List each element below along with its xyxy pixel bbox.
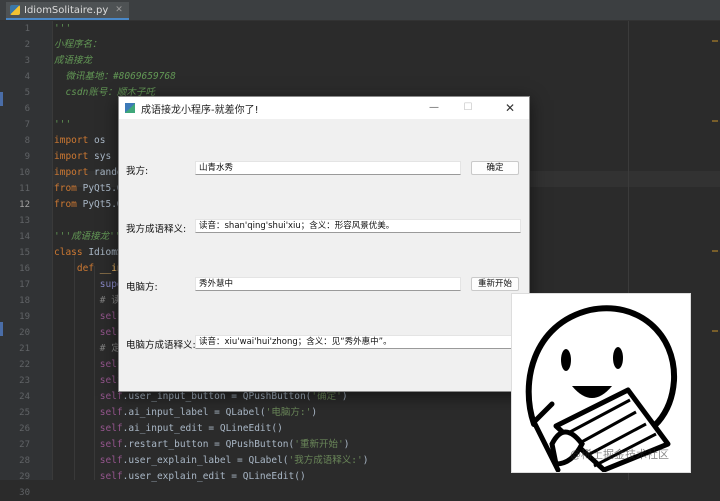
code-line: 微讯基地：#8069659768 [54, 71, 176, 82]
code-line: ''' [54, 119, 72, 130]
watermark: @稀土掘金技术社区 [570, 448, 669, 461]
code-line: self.ai_input_edit = QLineEdit() [54, 423, 283, 434]
line-number: 8 [24, 136, 30, 146]
user-label: 我方: [126, 166, 149, 177]
line-number: 13 [19, 216, 30, 226]
user-explain-label: 我方成语释义: [126, 224, 187, 235]
line-number: 5 [24, 88, 30, 98]
scroll-marker [712, 250, 718, 252]
minimize-button[interactable]: — [419, 97, 449, 119]
line-number: 3 [24, 56, 30, 66]
line-number: 4 [24, 72, 30, 82]
line-number: 7 [24, 120, 30, 130]
scroll-marker [712, 40, 718, 42]
idiom-solitaire-window: 成语接龙小程序-就差你了! — ☐ ✕ 我方: 山青水秀 确定 我方成语释义: … [118, 96, 530, 392]
code-line: import sys [54, 151, 112, 162]
line-number: 19 [19, 312, 30, 322]
code-line: self.ai_input_label = QLabel('电脑方:') [54, 407, 318, 418]
tab-close-icon[interactable]: ✕ [115, 5, 123, 15]
line-number: 27 [19, 440, 30, 450]
code-line: import os [54, 135, 106, 146]
line-number: 11 [19, 184, 30, 194]
app-icon [125, 103, 135, 113]
code-line: ''' [54, 23, 72, 34]
line-number: 10 [19, 168, 30, 178]
ai-explain-label: 电脑方成语释义: [126, 340, 196, 351]
close-button[interactable]: ✕ [495, 97, 525, 119]
line-number: 2 [24, 40, 30, 50]
line-number: 21 [19, 344, 30, 354]
python-file-icon [10, 5, 20, 15]
ai-input-field[interactable]: 秀外慧中 [195, 277, 461, 291]
scroll-marker [712, 120, 718, 122]
user-explain-field[interactable]: 读音：shan'qing'shui'xiu；含义：形容风景优美。 [195, 219, 521, 233]
line-number: 6 [24, 104, 30, 114]
line-number: 15 [19, 248, 30, 258]
file-tab[interactable]: IdiomSolitaire.py ✕ [6, 2, 129, 20]
line-number: 24 [19, 392, 30, 402]
line-number: 26 [19, 424, 30, 434]
code-line: 小程序名： [54, 39, 102, 50]
restart-button[interactable]: 重新开始 [471, 277, 519, 291]
line-number: 22 [19, 360, 30, 370]
line-number: 29 [19, 472, 30, 482]
code-line: self.user_explain_label = QLabel('我方成语释义… [54, 455, 369, 466]
maximize-button[interactable]: ☐ [453, 97, 483, 119]
scroll-marker [712, 330, 718, 332]
confirm-button[interactable]: 确定 [471, 161, 519, 175]
window-title: 成语接龙小程序-就差你了! [141, 105, 259, 116]
line-number: 14 [19, 232, 30, 242]
user-input-field[interactable]: 山青水秀 [195, 161, 461, 175]
ai-label: 电脑方: [126, 282, 158, 293]
line-number: 23 [19, 376, 30, 386]
line-number: 1 [24, 24, 30, 34]
line-number: 9 [24, 152, 30, 162]
ai-explain-field[interactable]: 读音：xiu'wai'hui'zhong；含义：见“秀外惠中”。 [195, 335, 521, 349]
line-number: 25 [19, 408, 30, 418]
code-line: '''成语接龙''' [54, 231, 127, 242]
line-number: 12 [19, 200, 30, 210]
code-line: self.user_explain_edit = QLineEdit() [54, 471, 306, 482]
code-line: self.restart_button = QPushButton('重新开始'… [54, 439, 350, 450]
code-line: 成语接龙 [54, 55, 93, 66]
line-number: 28 [19, 456, 30, 466]
line-number: 16 [19, 264, 30, 274]
line-number: 30 [19, 488, 30, 498]
line-number: 18 [19, 296, 30, 306]
editor-tab-bar: IdiomSolitaire.py ✕ [0, 0, 720, 21]
line-number: 17 [19, 280, 30, 290]
window-titlebar[interactable]: 成语接龙小程序-就差你了! — ☐ ✕ [119, 97, 529, 119]
line-number: 20 [19, 328, 30, 338]
file-tab-label: IdiomSolitaire.py [24, 4, 109, 16]
